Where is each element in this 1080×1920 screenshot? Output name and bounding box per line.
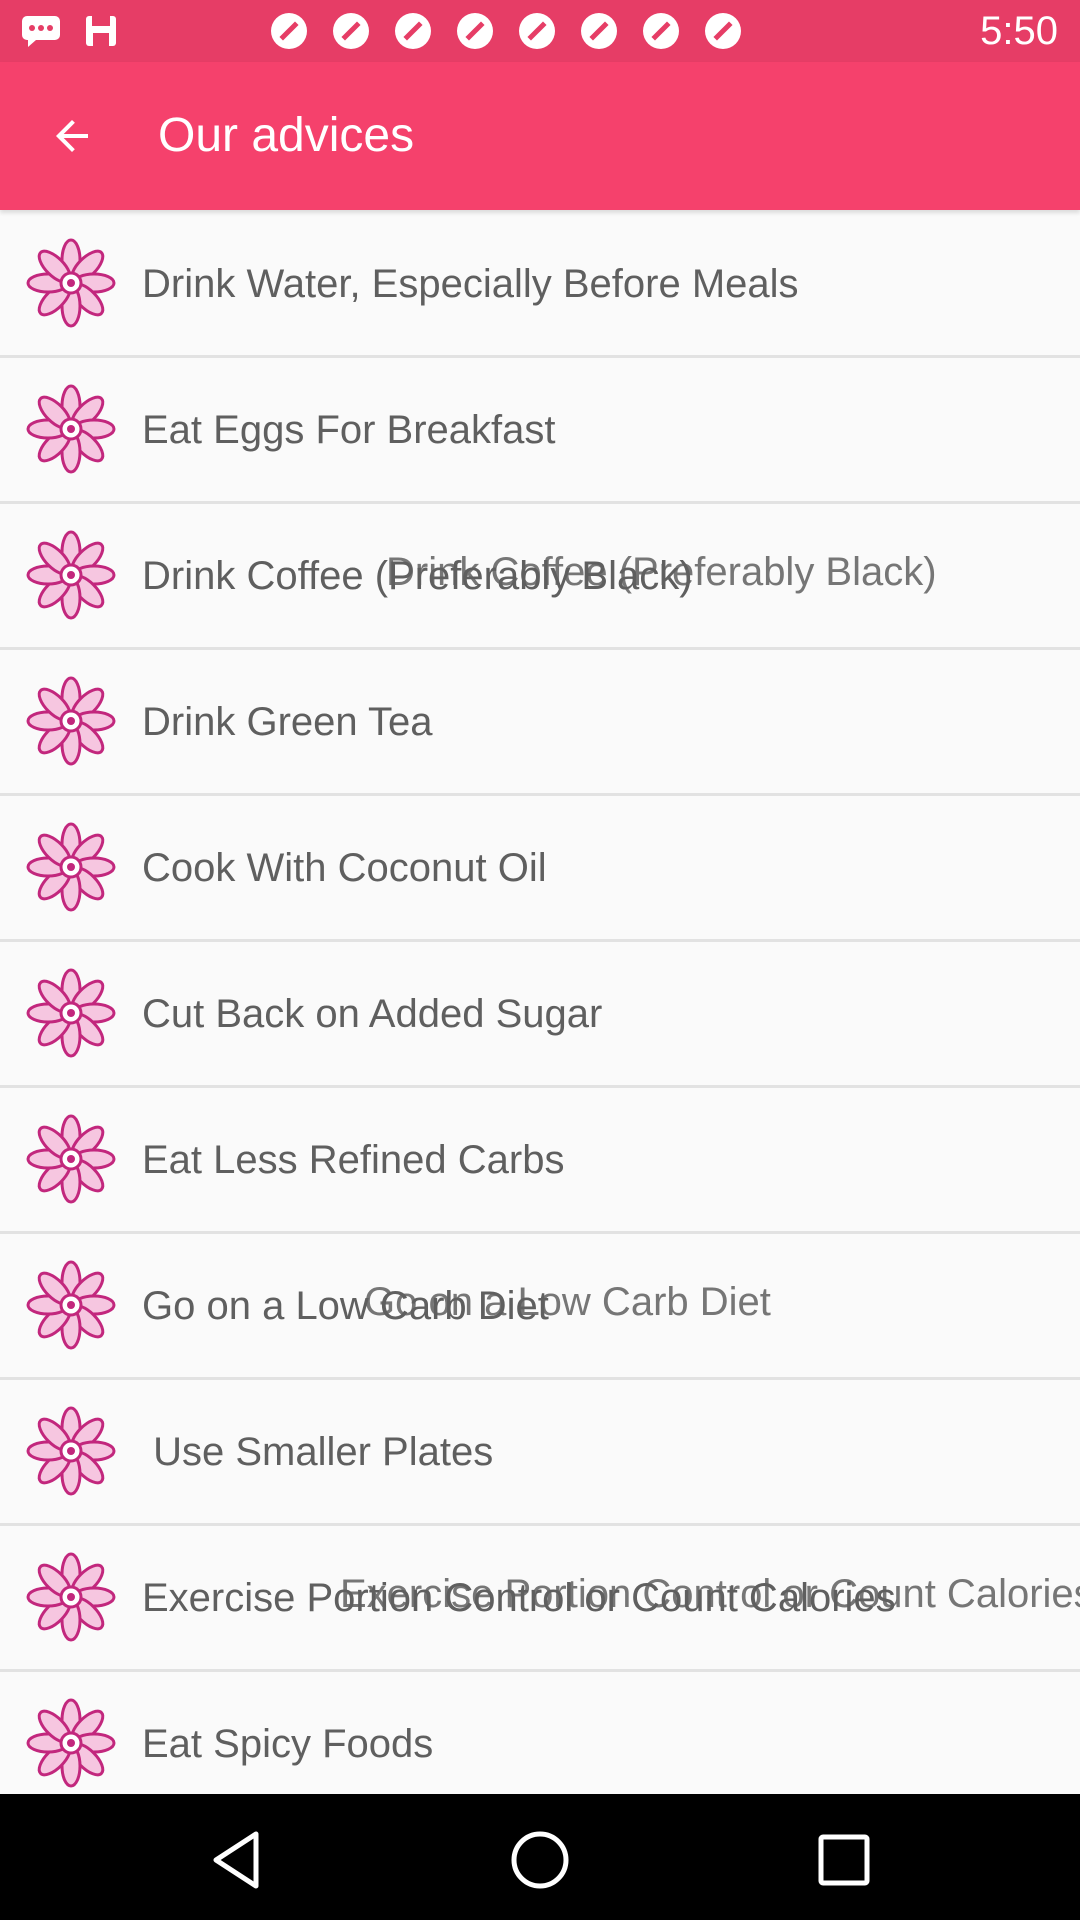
- no-entry-icon: [268, 10, 310, 52]
- status-time: 5:50: [980, 9, 1058, 53]
- flower-icon: [26, 1698, 116, 1788]
- nav-recents-button[interactable]: [804, 1820, 884, 1900]
- no-entry-icon: [640, 10, 682, 52]
- nav-back-button[interactable]: [196, 1820, 276, 1900]
- advice-label-marquee: Exercise Portion Control or Count Calori…: [340, 1572, 1080, 1616]
- flower-icon: [26, 968, 116, 1058]
- no-entry-icon: [330, 10, 372, 52]
- advice-label: Eat Less Refined Carbs: [142, 1138, 565, 1182]
- advice-list[interactable]: Drink Water, Especially Before Meals Eat…: [0, 212, 1080, 1818]
- app-bar: Our advices: [0, 62, 1080, 210]
- list-item[interactable]: Cut Back on Added Sugar: [0, 942, 1080, 1088]
- list-item[interactable]: Eat Less Refined Carbs: [0, 1088, 1080, 1234]
- nav-home-button[interactable]: [500, 1820, 580, 1900]
- nav-recents-icon: [818, 1834, 870, 1886]
- nav-back-icon: [213, 1831, 259, 1889]
- back-button[interactable]: [36, 106, 108, 166]
- no-entry-icon: [392, 10, 434, 52]
- arrow-back-icon: [56, 120, 88, 152]
- nav-home-icon: [511, 1831, 569, 1889]
- advice-label: Use Smaller Plates: [142, 1430, 494, 1474]
- advice-label-marquee: Drink Coffee (Preferably Black): [386, 550, 937, 594]
- flower-icon: [26, 1406, 116, 1496]
- navigation-bar: [0, 1794, 1080, 1920]
- advice-label: Cook With Coconut Oil: [142, 846, 547, 890]
- flower-icon: [26, 384, 116, 474]
- advice-label: Drink Green Tea: [142, 700, 433, 744]
- list-item[interactable]: Exercise Portion Control or Count Calori…: [0, 1526, 1080, 1672]
- advice-label: Eat Eggs For Breakfast: [142, 408, 556, 452]
- list-item[interactable]: Cook With Coconut Oil: [0, 796, 1080, 942]
- flower-icon: [26, 530, 116, 620]
- page-title: Our advices: [158, 109, 415, 162]
- list-item[interactable]: Eat Eggs For Breakfast: [0, 358, 1080, 504]
- chat-bubble-icon: [18, 10, 64, 52]
- save-icon: [78, 10, 124, 52]
- advice-label: Drink Water, Especially Before Meals: [142, 262, 799, 306]
- status-bar: 5:50: [0, 0, 1080, 62]
- flower-icon: [26, 822, 116, 912]
- list-item[interactable]: Drink Coffee (Preferably Black) Drink Cof…: [0, 504, 1080, 650]
- no-entry-icon: [454, 10, 496, 52]
- no-entry-icon: [516, 10, 558, 52]
- list-item[interactable]: Drink Water, Especially Before Meals: [0, 212, 1080, 358]
- flower-icon: [26, 1552, 116, 1642]
- list-item[interactable]: Drink Green Tea: [0, 650, 1080, 796]
- flower-icon: [26, 676, 116, 766]
- list-item[interactable]: Go on a Low Carb Diet Go on a Low Carb Di…: [0, 1234, 1080, 1380]
- list-item[interactable]: Use Smaller Plates: [0, 1380, 1080, 1526]
- advice-label-marquee: Go on a Low Carb Diet: [364, 1280, 771, 1324]
- flower-icon: [26, 238, 116, 328]
- flower-icon: [26, 1260, 116, 1350]
- status-icons: [18, 10, 124, 52]
- advice-label: Eat Spicy Foods: [142, 1722, 434, 1766]
- advice-label: Cut Back on Added Sugar: [142, 992, 603, 1036]
- no-entry-icon: [578, 10, 620, 52]
- no-entry-icon: [702, 10, 744, 52]
- status-notification-icons: [268, 10, 744, 52]
- flower-icon: [26, 1114, 116, 1204]
